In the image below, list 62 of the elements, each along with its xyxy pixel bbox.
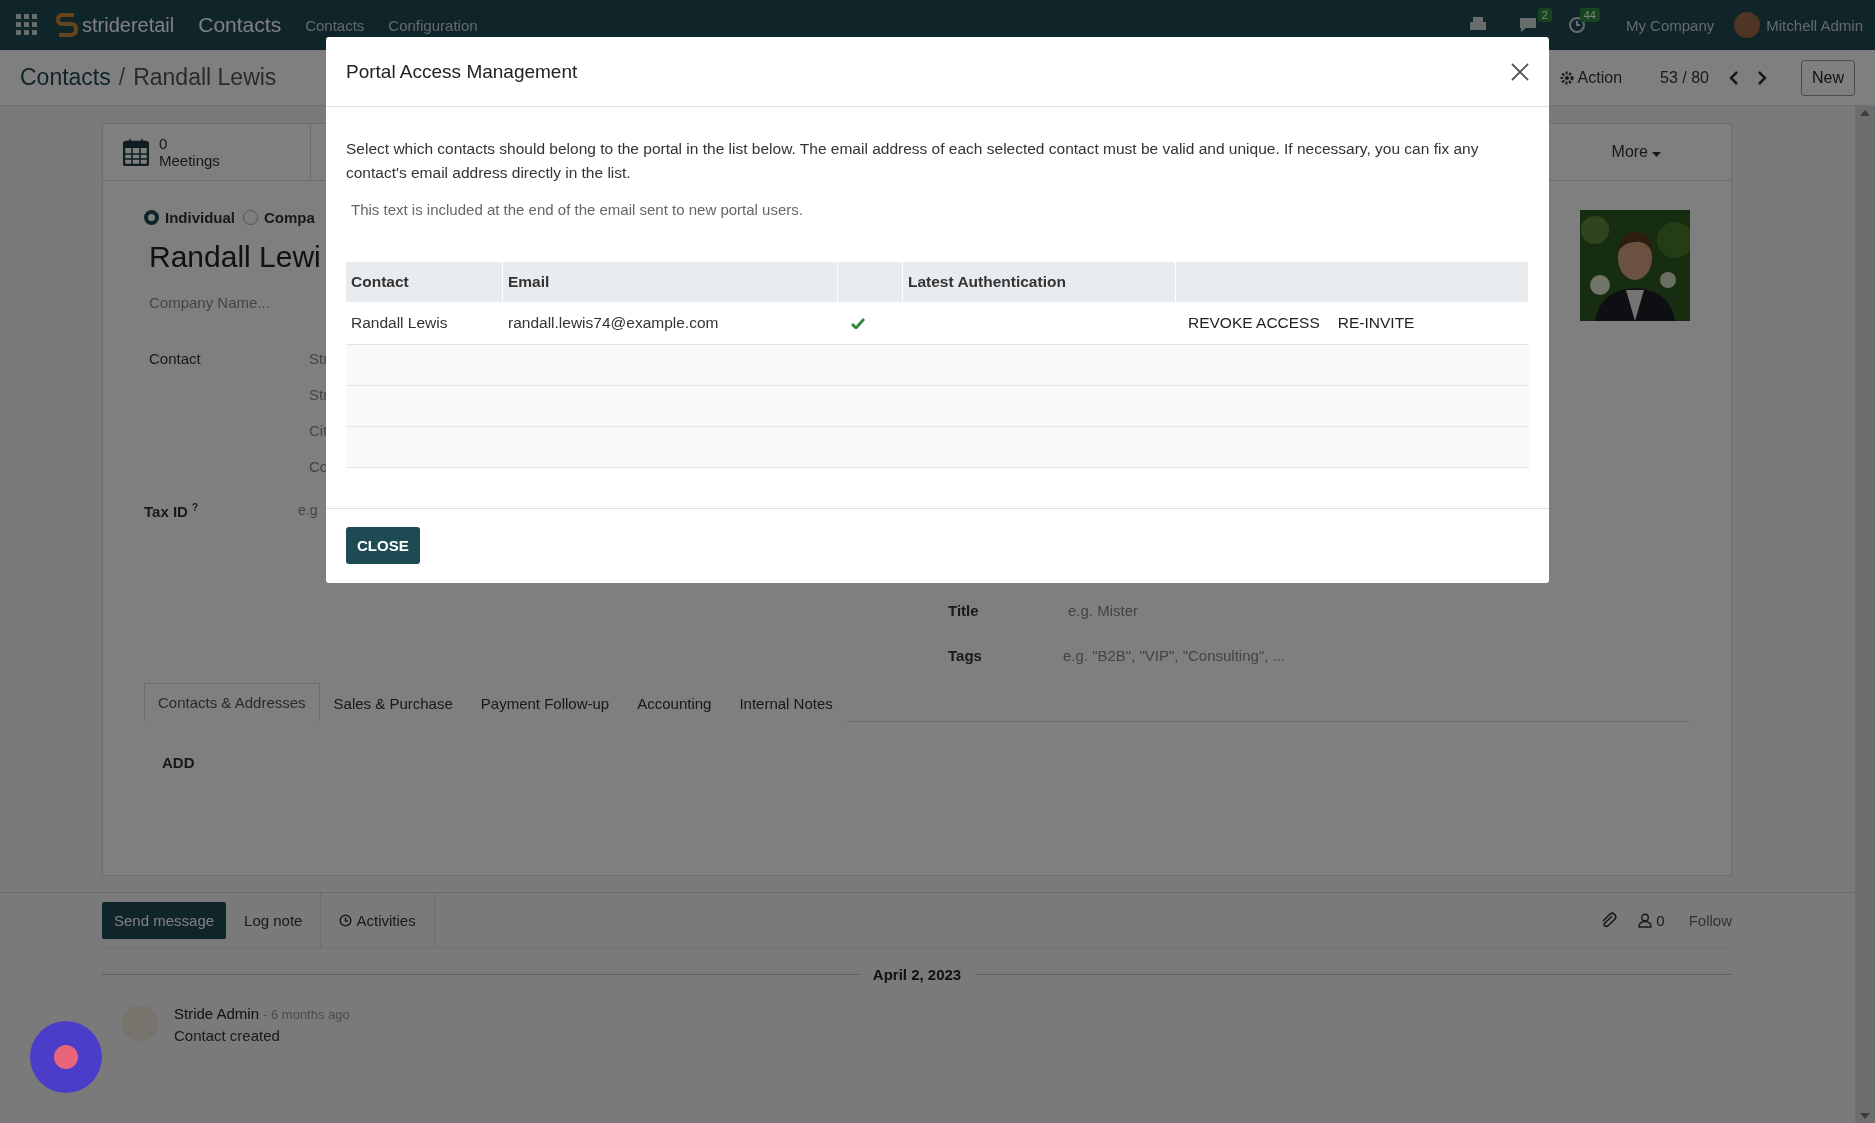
app-title[interactable]: Contacts [198,13,282,37]
radio-option[interactable]: Compa [243,209,315,226]
field-label: Tags [948,647,983,664]
activities-button[interactable]: Activities [320,892,435,948]
close-button[interactable]: CLOSE [346,527,420,564]
company-switcher[interactable]: My Company [1625,16,1715,34]
field-label: Title [948,602,980,619]
chat-icon[interactable] [1517,16,1538,34]
calendar-icon [123,138,149,166]
menu-item[interactable]: Configuration [388,16,478,34]
title-field[interactable]: e.g. Mister [1068,602,1268,619]
tags-field[interactable]: e.g. "B2B", "VIP", "Consulting", ... [1063,647,1323,664]
follow-button[interactable]: Follow [1664,911,1732,929]
field-label: Contact [149,350,202,367]
activity-count: 44 [1579,8,1600,22]
date-divider: April 2, 2023 [872,966,962,983]
caret-icon [1652,152,1662,157]
dialog-title: Portal Access Management [346,60,578,83]
close-icon[interactable] [1511,62,1529,81]
address-field[interactable]: Str [309,386,331,403]
followers-button[interactable]: 0 [1618,911,1665,929]
pager-value: 53 / 80 [1660,68,1709,87]
logo-icon [56,11,78,39]
address-field[interactable]: Str [309,350,331,367]
clock-icon [339,913,353,927]
page-title: Randall Lewis [133,64,277,91]
brand-name: strideretail [82,13,175,37]
previous-icon[interactable] [1729,70,1739,85]
breadcrumb-link[interactable]: Contacts [20,64,111,91]
row-action-button[interactable]: REVOKE ACCESS [1188,314,1320,332]
message-author: Stride Admin [174,1005,260,1022]
user-icon [1638,912,1653,928]
row-action-button[interactable]: RE-INVITE [1337,314,1415,332]
radio-option[interactable]: Individual [144,209,235,226]
clock-icon[interactable] [1567,16,1586,34]
tab[interactable]: Contacts & Addresses [144,683,320,722]
breadcrumb-separator: / [118,64,126,91]
log-note-button[interactable]: Log note [226,911,321,929]
column-header: Contact [346,262,503,302]
dialog-note: This text is included at the end of the email sent to new portal users. [351,201,804,218]
send-message-button[interactable]: Send message [102,901,227,939]
scrollbar[interactable] [1855,106,1875,1123]
tax-id-field[interactable]: e.g [298,502,319,518]
new-button[interactable]: New [1801,59,1855,96]
menu-item[interactable]: Contacts [305,16,365,34]
column-header: Email [503,262,838,302]
add-button[interactable]: ADD [156,750,201,775]
message-body: Contact created [174,1027,281,1044]
scroll-up-icon[interactable] [1860,110,1870,116]
next-icon[interactable] [1757,70,1767,85]
user-menu[interactable]: Mitchell Admin [1766,16,1863,34]
chat-count: 2 [1537,8,1552,22]
address-field[interactable]: Cit [309,422,331,439]
dialog-description: Select which contacts should belong to the portal in the list below. The email address of each selected contact must be valid and unique. If necessary, you can fix any contact's email address directly in the list. [346,139,1480,183]
company-field[interactable]: Company Name... [149,294,299,311]
field-label: Tax ID $^{?}$ [144,502,200,520]
column-header: Latest Authentication [903,262,1176,302]
paperclip-icon[interactable] [1600,911,1619,929]
gear-icon [1559,70,1574,85]
scroll-down-icon[interactable] [1860,1113,1870,1119]
action-button[interactable]: Action [1559,68,1623,87]
apps-menu-icon[interactable] [16,14,38,36]
